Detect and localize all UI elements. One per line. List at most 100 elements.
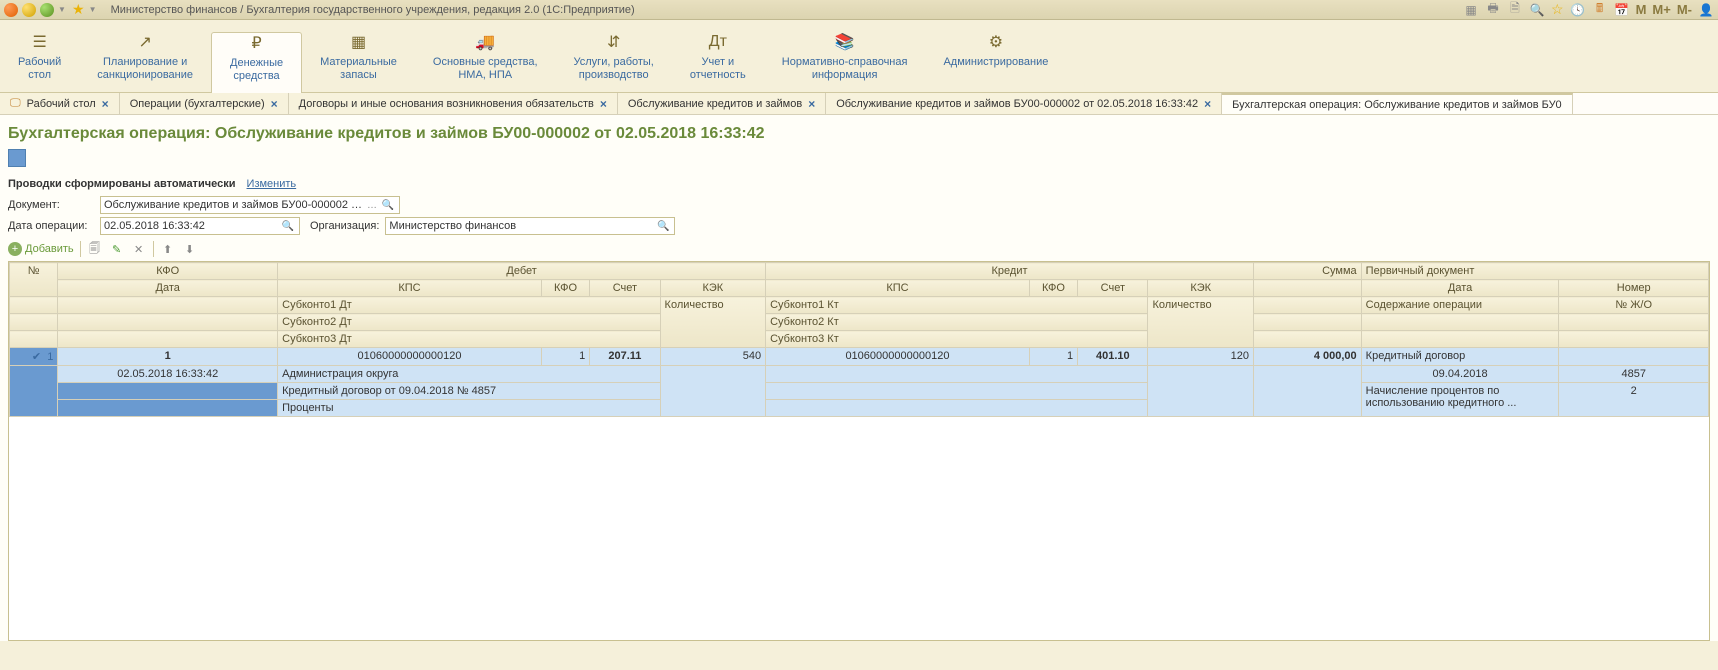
tab-4[interactable]: Обслуживание кредитов и займов БУ00-0000…: [826, 93, 1222, 114]
sections-bar: ☰Рабочийстол↗Планирование исанкционирова…: [0, 20, 1718, 93]
section-8[interactable]: ⚙Администрирование: [925, 32, 1066, 92]
content-area: Бухгалтерская операция: Обслуживание кре…: [0, 115, 1718, 641]
col-kredit[interactable]: Кредит: [766, 263, 1254, 280]
print-icon[interactable]: 🖶: [1485, 2, 1501, 18]
col-content[interactable]: Содержание операции: [1361, 297, 1559, 314]
entries-grid[interactable]: № КФО Дебет Кредит Сумма Первичный докум…: [8, 261, 1710, 641]
user-icon[interactable]: 👤: [1698, 2, 1714, 18]
col-pd-date[interactable]: Дата: [1361, 280, 1559, 297]
tabs-bar: 🖵Рабочий стол×Операции (бухгалтерские)×Д…: [0, 93, 1718, 115]
col-kek-d[interactable]: КЭК: [660, 280, 766, 297]
doc-icon[interactable]: 🗎: [1507, 2, 1523, 18]
col-acc-k[interactable]: Счет: [1078, 280, 1148, 297]
m-button[interactable]: M: [1636, 2, 1647, 17]
section-0[interactable]: ☰Рабочийстол: [0, 32, 79, 92]
window-menu-dd[interactable]: ▼: [58, 5, 68, 14]
window-max-icon[interactable]: [40, 3, 54, 17]
col-sub1d[interactable]: Субконто1 Дт: [278, 297, 660, 314]
favorite-dd[interactable]: ▼: [89, 5, 99, 14]
close-icon[interactable]: ×: [1204, 97, 1211, 111]
section-2[interactable]: ₽Денежныесредства: [211, 32, 302, 93]
close-icon[interactable]: ×: [600, 97, 607, 111]
col-jo[interactable]: № Ж/О: [1559, 297, 1709, 314]
col-qty-d[interactable]: Количество: [660, 297, 766, 348]
mminus-button[interactable]: M-: [1677, 2, 1692, 17]
window-title: Министерство финансов / Бухгалтерия госу…: [111, 4, 635, 16]
org-input[interactable]: Министерство финансов 🔍: [385, 217, 675, 235]
col-primary[interactable]: Первичный документ: [1361, 263, 1708, 280]
section-4[interactable]: 🚚Основные средства,НМА, НПА: [415, 32, 556, 92]
window-1c-icon[interactable]: [4, 3, 18, 17]
icon-button[interactable]: [8, 149, 26, 167]
close-icon[interactable]: ×: [102, 97, 109, 111]
col-sub3d[interactable]: Субконто3 Дт: [278, 331, 660, 348]
page-title: Бухгалтерская операция: Обслуживание кре…: [8, 125, 1710, 143]
change-link[interactable]: Изменить: [247, 178, 297, 190]
section-6[interactable]: ДтУчет иотчетность: [672, 32, 764, 92]
delete-icon[interactable]: ✕: [131, 241, 147, 257]
tab-0[interactable]: 🖵Рабочий стол×: [0, 93, 120, 114]
org-label: Организация:: [310, 220, 379, 232]
up-icon[interactable]: ⬆: [160, 241, 176, 257]
col-kps-d[interactable]: КПС: [278, 280, 542, 297]
col-sub2d[interactable]: Субконто2 Дт: [278, 314, 660, 331]
edit-icon[interactable]: ✎: [109, 241, 125, 257]
table-row[interactable]: Кредитный договор от 09.04.2018 № 4857 Н…: [10, 383, 1709, 400]
ellipsis-icon[interactable]: …: [364, 200, 380, 211]
col-sub1k[interactable]: Субконто1 Кт: [766, 297, 1148, 314]
calc-icon[interactable]: 🖩: [1592, 2, 1608, 18]
opdate-input[interactable]: 02.05.2018 16:33:42 🔍: [100, 217, 300, 235]
table-toolbar: + Добавить 🗐 ✎ ✕ ⬆ ⬇: [8, 241, 1710, 257]
grid-icon[interactable]: ▦: [1463, 2, 1479, 18]
window-min-icon[interactable]: [22, 3, 36, 17]
document-label: Документ:: [8, 199, 94, 211]
section-icon: ▦: [320, 32, 397, 52]
document-input[interactable]: Обслуживание кредитов и займов БУ00-0000…: [100, 196, 400, 214]
search-icon[interactable]: 🔍: [380, 200, 396, 211]
plus-icon: +: [8, 242, 22, 256]
search-icon[interactable]: 🔍: [280, 221, 296, 232]
tab-5[interactable]: Бухгалтерская операция: Обслуживание кре…: [1222, 93, 1573, 114]
col-sub2k[interactable]: Субконто2 Кт: [766, 314, 1148, 331]
col-kfo[interactable]: КФО: [58, 263, 278, 280]
section-icon: ₽: [230, 33, 283, 53]
col-kek-k[interactable]: КЭК: [1148, 280, 1254, 297]
search2-icon[interactable]: 🔍: [1529, 2, 1545, 18]
section-1[interactable]: ↗Планирование исанкционирование: [79, 32, 211, 92]
section-5[interactable]: ⇵Услуги, работы,производство: [556, 32, 672, 92]
close-icon[interactable]: ×: [808, 97, 815, 111]
section-icon: 🚚: [433, 32, 538, 52]
mplus-button[interactable]: M+: [1652, 2, 1670, 17]
favorite-star-icon[interactable]: ★: [72, 1, 85, 18]
check-icon: ✔: [32, 351, 41, 363]
calendar-icon[interactable]: 📅: [1614, 2, 1630, 18]
tab-3[interactable]: Обслуживание кредитов и займов×: [618, 93, 826, 114]
search-icon[interactable]: 🔍: [655, 221, 671, 232]
section-icon: 📚: [782, 32, 908, 52]
col-sub3k[interactable]: Субконто3 Кт: [766, 331, 1148, 348]
col-debet[interactable]: Дебет: [278, 263, 766, 280]
col-no[interactable]: №: [10, 263, 58, 297]
auto-text: Проводки сформированы автоматически: [8, 178, 235, 190]
col-kfo-k[interactable]: КФО: [1029, 280, 1077, 297]
fav2-icon[interactable]: ☆: [1551, 1, 1564, 18]
down-icon[interactable]: ⬇: [182, 241, 198, 257]
section-3[interactable]: ▦Материальныезапасы: [302, 32, 415, 92]
col-acc-d[interactable]: Счет: [590, 280, 660, 297]
col-kps-k[interactable]: КПС: [766, 280, 1030, 297]
close-icon[interactable]: ×: [271, 97, 278, 111]
col-sum[interactable]: Сумма: [1253, 263, 1361, 280]
add-button[interactable]: + Добавить: [8, 242, 74, 256]
tab-1[interactable]: Операции (бухгалтерские)×: [120, 93, 289, 114]
copy-icon[interactable]: 🗐: [87, 241, 103, 257]
col-date[interactable]: Дата: [58, 280, 278, 297]
col-qty-k[interactable]: Количество: [1148, 297, 1254, 348]
section-icon: ☰: [18, 32, 61, 52]
section-7[interactable]: 📚Нормативно-справочнаяинформация: [764, 32, 926, 92]
table-row[interactable]: 02.05.2018 16:33:42 Администрация округа…: [10, 366, 1709, 383]
col-kfo-d[interactable]: КФО: [541, 280, 589, 297]
history-icon[interactable]: 🕓: [1570, 2, 1586, 18]
table-row[interactable]: ✔ 1 1 01060000000000120 1 207.11 540 010…: [10, 348, 1709, 366]
tab-2[interactable]: Договоры и иные основания возникновения …: [289, 93, 618, 114]
col-pd-num[interactable]: Номер: [1559, 280, 1709, 297]
